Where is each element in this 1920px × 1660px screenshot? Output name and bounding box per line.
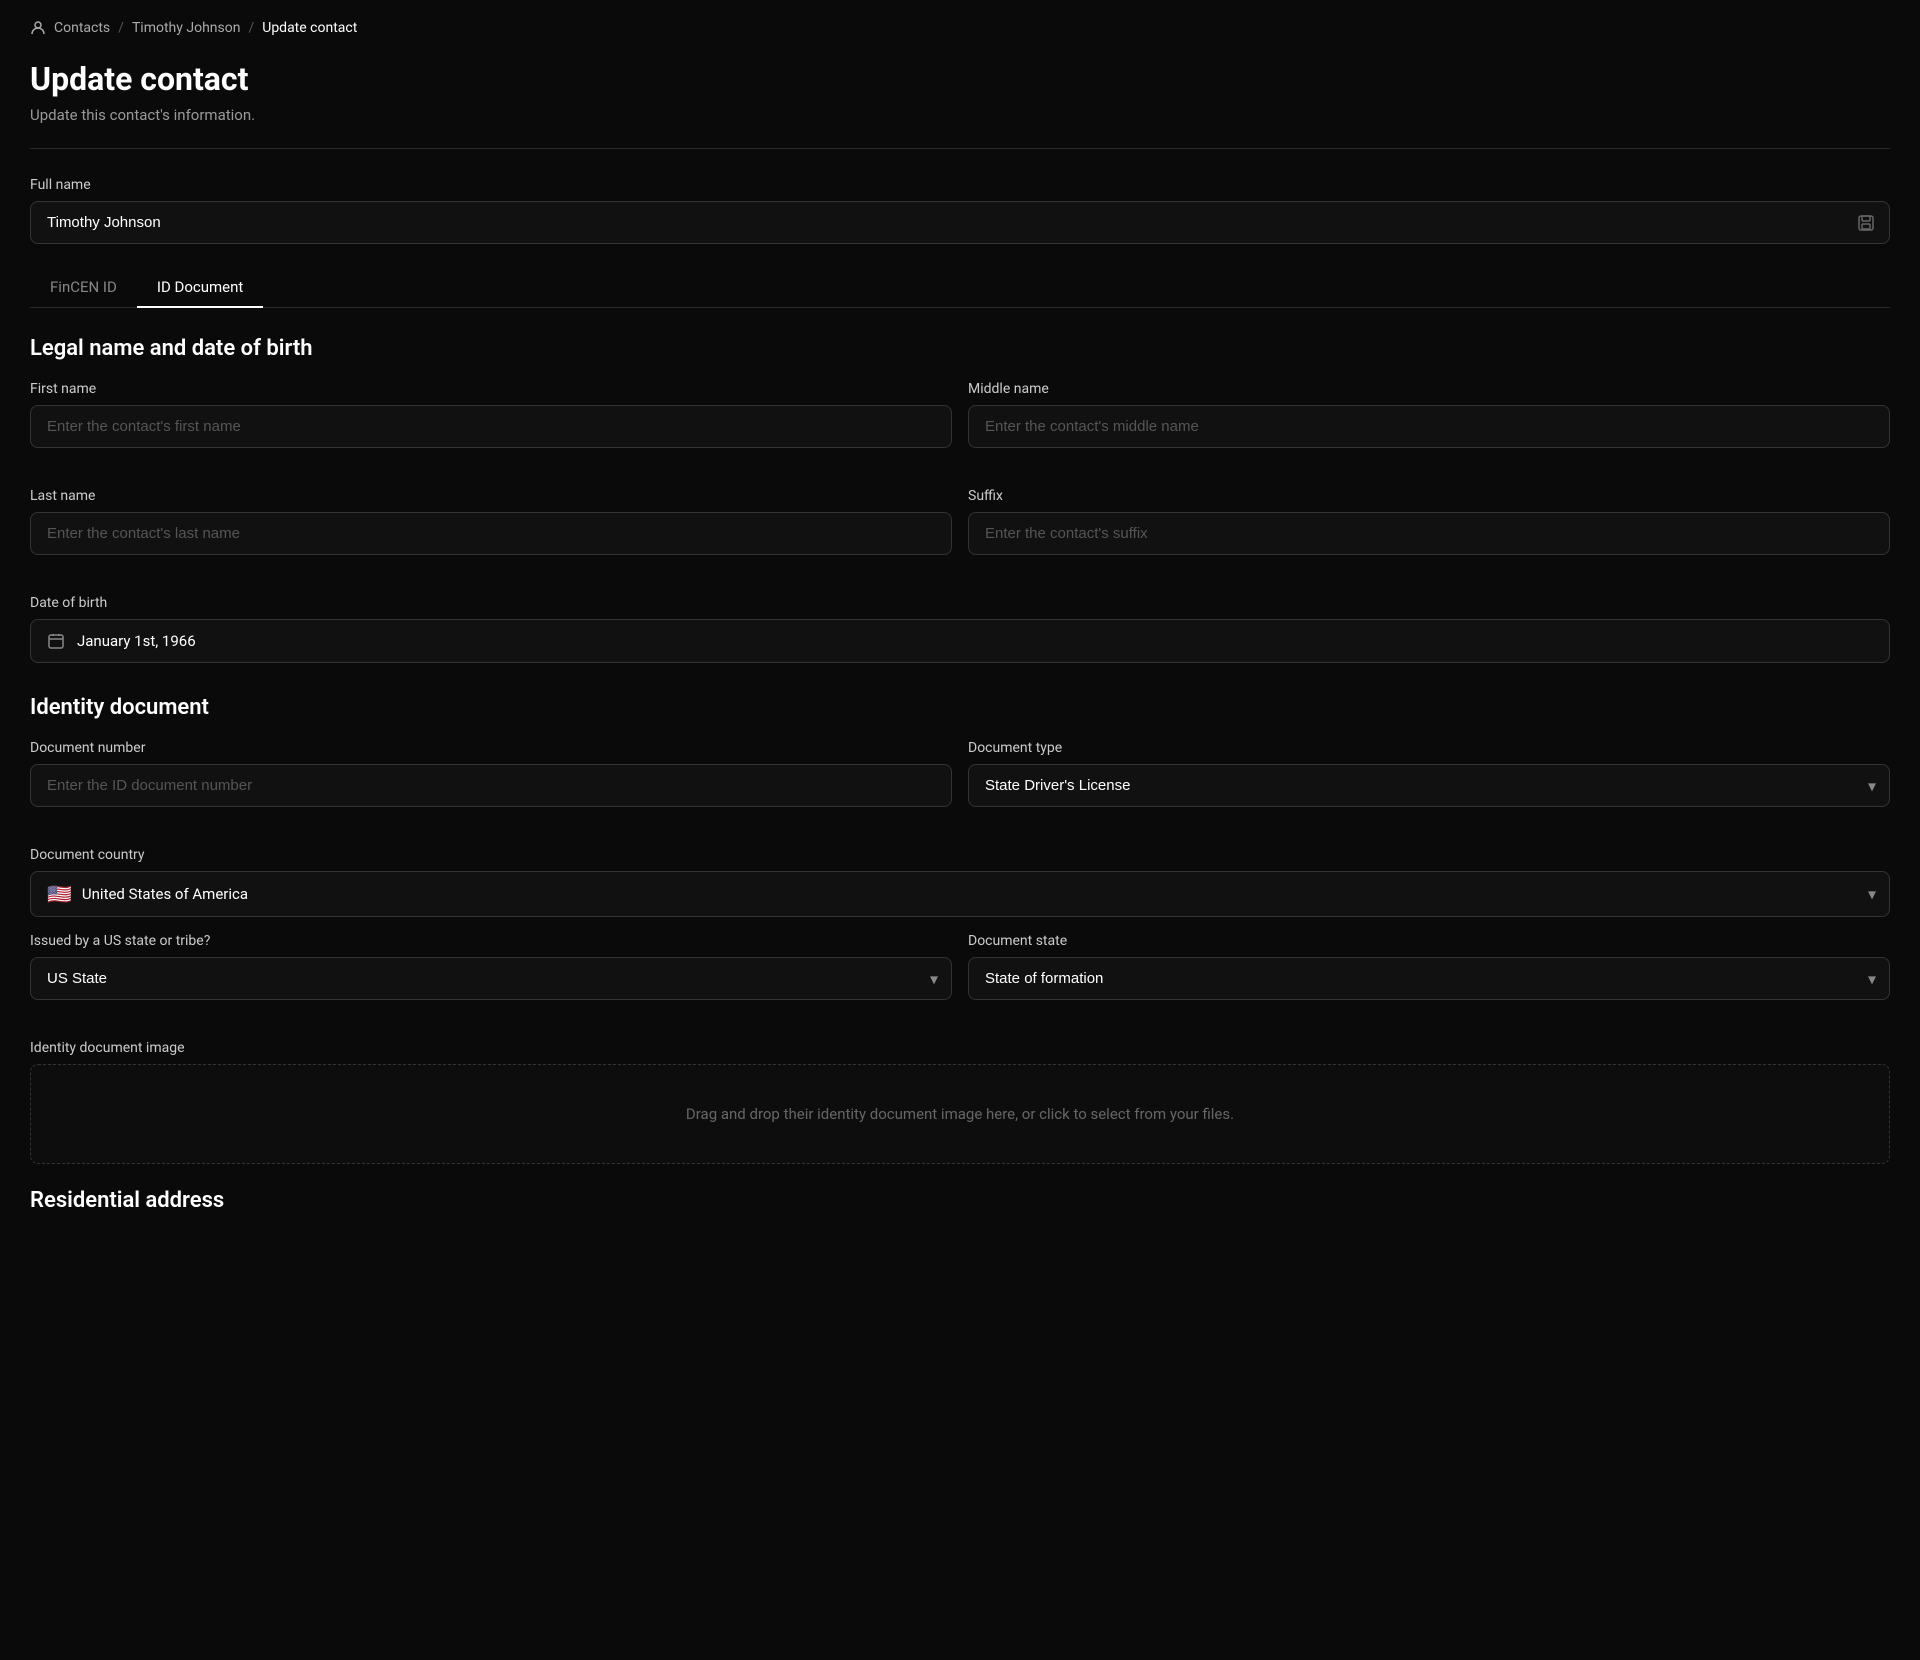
doc-number-group: Document number — [30, 740, 952, 807]
identity-image-upload[interactable]: Drag and drop their identity document im… — [30, 1064, 1890, 1164]
middle-name-input[interactable] — [968, 405, 1890, 448]
breadcrumb-contact-name[interactable]: Timothy Johnson — [132, 20, 241, 36]
full-name-group: Full name — [30, 177, 1890, 244]
dob-value: January 1st, 1966 — [77, 632, 196, 650]
doc-state-wrapper: State of formation Alabama Alaska Arizon… — [968, 957, 1890, 1000]
first-name-input[interactable] — [30, 405, 952, 448]
first-name-label: First name — [30, 381, 952, 397]
suffix-group: Suffix — [968, 488, 1890, 555]
middle-name-group: Middle name — [968, 381, 1890, 448]
dob-label: Date of birth — [30, 595, 1890, 611]
page-title: Update contact — [30, 60, 1890, 98]
doc-country-group: Document country 🇺🇸 United States of Ame… — [30, 847, 1890, 917]
doc-type-wrapper: State Driver's License Passport State ID… — [968, 764, 1890, 807]
doc-state-select[interactable]: State of formation Alabama Alaska Arizon… — [968, 957, 1890, 1000]
doc-country-wrapper: 🇺🇸 United States of America ▾ — [30, 871, 1890, 917]
full-name-input[interactable] — [30, 201, 1890, 244]
doc-country-label: Document country — [30, 847, 1890, 863]
page-subtitle: Update this contact's information. — [30, 106, 1890, 124]
last-name-group: Last name — [30, 488, 952, 555]
doc-number-input[interactable] — [30, 764, 952, 807]
doc-type-group: Document type State Driver's License Pas… — [968, 740, 1890, 807]
divider — [30, 148, 1890, 149]
residential-section: Residential address — [30, 1188, 1890, 1221]
legal-name-heading: Legal name and date of birth — [30, 336, 1890, 361]
identity-image-group: Identity document image Drag and drop th… — [30, 1040, 1890, 1164]
residential-heading: Residential address — [30, 1188, 1890, 1221]
suffix-label: Suffix — [968, 488, 1890, 504]
first-name-group: First name — [30, 381, 952, 448]
tab-id-document[interactable]: ID Document — [137, 268, 263, 308]
issued-by-label: Issued by a US state or tribe? — [30, 933, 952, 949]
save-icon — [1856, 213, 1876, 233]
breadcrumb: Contacts / Timothy Johnson / Update cont… — [30, 20, 1890, 36]
country-name: United States of America — [82, 885, 248, 903]
full-name-label: Full name — [30, 177, 1890, 193]
doc-type-select[interactable]: State Driver's License Passport State ID… — [968, 764, 1890, 807]
identity-section: Identity document Document number Docume… — [30, 695, 1890, 1164]
doc-state-label: Document state — [968, 933, 1890, 949]
tabs-container: FinCEN ID ID Document — [30, 268, 1890, 308]
dob-group: Date of birth January 1st, 1966 — [30, 595, 1890, 663]
contacts-icon — [30, 20, 46, 36]
breadcrumb-current: Update contact — [262, 20, 357, 36]
issued-by-group: Issued by a US state or tribe? US State … — [30, 933, 952, 1000]
doc-type-label: Document type — [968, 740, 1890, 756]
upload-text: Drag and drop their identity document im… — [686, 1105, 1234, 1123]
full-name-wrapper — [30, 201, 1890, 244]
tab-fincen-id[interactable]: FinCEN ID — [30, 268, 137, 308]
identity-row-1: Document number Document type State Driv… — [30, 740, 1890, 831]
name-row-1: First name Middle name — [30, 381, 1890, 472]
doc-state-group: Document state State of formation Alabam… — [968, 933, 1890, 1000]
suffix-input[interactable] — [968, 512, 1890, 555]
doc-country-select[interactable]: 🇺🇸 United States of America — [30, 871, 1890, 917]
middle-name-label: Middle name — [968, 381, 1890, 397]
last-name-input[interactable] — [30, 512, 952, 555]
country-flag: 🇺🇸 — [47, 884, 72, 904]
name-row-2: Last name Suffix — [30, 488, 1890, 579]
identity-row-2: Issued by a US state or tribe? US State … — [30, 933, 1890, 1024]
calendar-icon — [47, 632, 65, 650]
identity-heading: Identity document — [30, 695, 1890, 720]
issued-by-select[interactable]: US State Tribe Federal — [30, 957, 952, 1000]
doc-number-label: Document number — [30, 740, 952, 756]
breadcrumb-sep-1: / — [118, 20, 124, 36]
country-chevron-icon: ▾ — [1868, 885, 1876, 904]
last-name-label: Last name — [30, 488, 952, 504]
breadcrumb-contacts[interactable]: Contacts — [54, 20, 110, 36]
legal-name-section: Legal name and date of birth First name … — [30, 336, 1890, 663]
identity-image-label: Identity document image — [30, 1040, 1890, 1056]
breadcrumb-sep-2: / — [248, 20, 254, 36]
issued-by-wrapper: US State Tribe Federal ▾ — [30, 957, 952, 1000]
dob-input[interactable]: January 1st, 1966 — [30, 619, 1890, 663]
